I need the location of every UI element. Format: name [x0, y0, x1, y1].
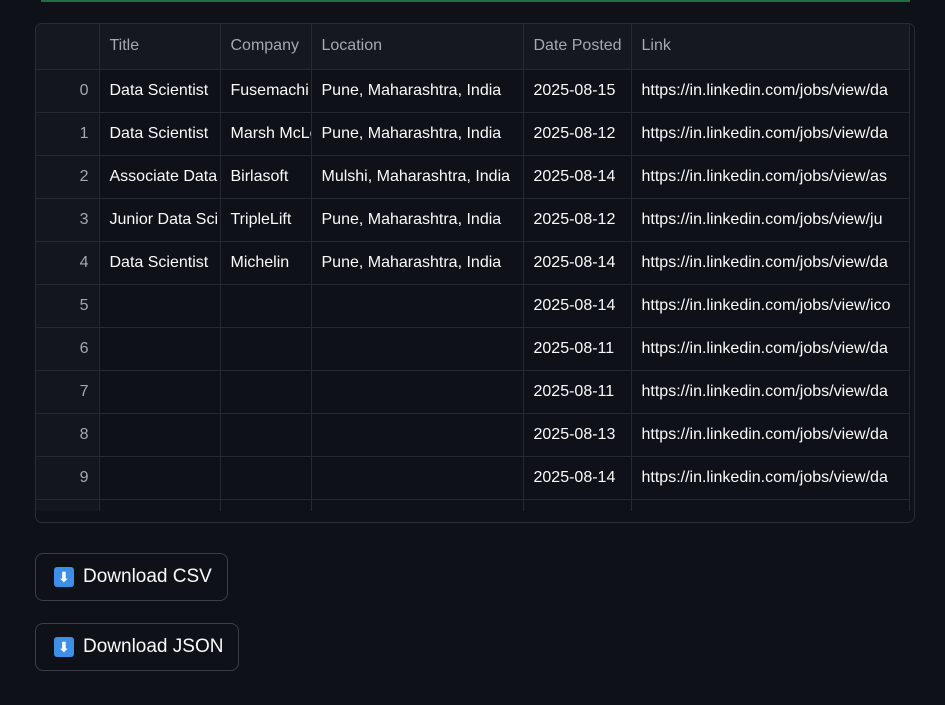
cell-link[interactable]: https://in.linkedin.com/jobs/view/da	[631, 241, 910, 285]
top-divider	[41, 0, 910, 2]
table-row: 9 2025-08-14 https://in.linkedin.com/job…	[36, 456, 910, 500]
partial-row	[36, 499, 910, 511]
cell-company[interactable]: Birlasoft	[220, 155, 312, 199]
row-index: 6	[36, 327, 100, 371]
cell-date[interactable]: 2025-08-14	[523, 241, 632, 285]
row-index	[36, 499, 100, 511]
cell-link[interactable]: https://in.linkedin.com/jobs/view/da	[631, 456, 910, 500]
download-csv-button[interactable]: ⬇ Download CSV	[35, 553, 228, 601]
table-row: 4 Data Scientist Michelin Pune, Maharash…	[36, 241, 910, 285]
cell-title[interactable]	[99, 370, 221, 414]
cell-link	[631, 499, 910, 511]
cell-title[interactable]	[99, 456, 221, 500]
cell-title[interactable]: Associate Data	[99, 155, 221, 199]
table-row: 2 Associate Data Birlasoft Mulshi, Mahar…	[36, 155, 910, 199]
cell-link[interactable]: https://in.linkedin.com/jobs/view/as	[631, 155, 910, 199]
table-row: 8 2025-08-13 https://in.linkedin.com/job…	[36, 413, 910, 457]
cell-location[interactable]	[311, 456, 524, 500]
cell-date[interactable]: 2025-08-13	[523, 413, 632, 457]
cell-date[interactable]: 2025-08-12	[523, 198, 632, 242]
cell-date[interactable]: 2025-08-15	[523, 69, 632, 113]
row-index: 7	[36, 370, 100, 414]
cell-company[interactable]: TripleLift	[220, 198, 312, 242]
cell-location[interactable]: Pune, Maharashtra, India	[311, 241, 524, 285]
column-header-link[interactable]: Link	[631, 24, 910, 70]
cell-location[interactable]	[311, 327, 524, 371]
table-row: 7 2025-08-11 https://in.linkedin.com/job…	[36, 370, 910, 414]
cell-date[interactable]: 2025-08-11	[523, 327, 632, 371]
download-arrow-icon: ⬇	[54, 567, 74, 587]
cell-title[interactable]: Data Scientist	[99, 69, 221, 113]
cell-date[interactable]: 2025-08-11	[523, 370, 632, 414]
table-row: 1 Data Scientist Marsh McLe Pune, Mahara…	[36, 112, 910, 156]
cell-company[interactable]: Marsh McLe	[220, 112, 312, 156]
cell-link[interactable]: https://in.linkedin.com/jobs/view/da	[631, 413, 910, 457]
cell-date	[523, 499, 632, 511]
cell-title[interactable]	[99, 327, 221, 371]
cell-date[interactable]: 2025-08-14	[523, 456, 632, 500]
cell-date[interactable]: 2025-08-14	[523, 155, 632, 199]
row-index: 0	[36, 69, 100, 113]
cell-company[interactable]: Fusemachi	[220, 69, 312, 113]
cell-company[interactable]: Michelin	[220, 241, 312, 285]
cell-date[interactable]: 2025-08-14	[523, 284, 632, 328]
row-index: 9	[36, 456, 100, 500]
cell-title[interactable]: Data Scientist	[99, 241, 221, 285]
cell-location	[311, 499, 524, 511]
header-row: Title Company Location Date Posted Link	[36, 24, 910, 70]
download-json-label: Download JSON	[83, 636, 224, 657]
jobs-table: Title Company Location Date Posted Link …	[36, 24, 910, 511]
row-index: 3	[36, 198, 100, 242]
cell-company[interactable]	[220, 284, 312, 328]
cell-title[interactable]: Data Scientist	[99, 112, 221, 156]
table-row: 0 Data Scientist Fusemachi Pune, Maharas…	[36, 69, 910, 113]
column-header-company[interactable]: Company	[220, 24, 312, 70]
index-header	[36, 24, 100, 70]
cell-link[interactable]: https://in.linkedin.com/jobs/view/da	[631, 112, 910, 156]
column-header-date-posted[interactable]: Date Posted	[523, 24, 632, 70]
cell-link[interactable]: https://in.linkedin.com/jobs/view/ico	[631, 284, 910, 328]
cell-location[interactable]	[311, 284, 524, 328]
column-header-title[interactable]: Title	[99, 24, 221, 70]
cell-title	[99, 499, 221, 511]
cell-company[interactable]	[220, 327, 312, 371]
row-index: 1	[36, 112, 100, 156]
cell-company	[220, 499, 312, 511]
cell-link[interactable]: https://in.linkedin.com/jobs/view/da	[631, 327, 910, 371]
cell-title[interactable]	[99, 413, 221, 457]
row-index: 4	[36, 241, 100, 285]
cell-location[interactable]: Mulshi, Maharashtra, India	[311, 155, 524, 199]
row-index: 8	[36, 413, 100, 457]
cell-date[interactable]: 2025-08-12	[523, 112, 632, 156]
row-index: 5	[36, 284, 100, 328]
cell-link[interactable]: https://in.linkedin.com/jobs/view/ju	[631, 198, 910, 242]
download-arrow-icon: ⬇	[54, 637, 74, 657]
row-index: 2	[36, 155, 100, 199]
column-header-location[interactable]: Location	[311, 24, 524, 70]
data-table-container[interactable]: Title Company Location Date Posted Link …	[35, 23, 915, 523]
cell-location[interactable]: Pune, Maharashtra, India	[311, 69, 524, 113]
cell-location[interactable]: Pune, Maharashtra, India	[311, 198, 524, 242]
cell-company[interactable]	[220, 413, 312, 457]
download-csv-label: Download CSV	[83, 566, 212, 587]
cell-link[interactable]: https://in.linkedin.com/jobs/view/da	[631, 370, 910, 414]
cell-title[interactable]: Junior Data Sci	[99, 198, 221, 242]
table-right-edge	[910, 24, 914, 522]
cell-link[interactable]: https://in.linkedin.com/jobs/view/da	[631, 69, 910, 113]
cell-title[interactable]	[99, 284, 221, 328]
cell-company[interactable]	[220, 370, 312, 414]
table-row: 3 Junior Data Sci TripleLift Pune, Mahar…	[36, 198, 910, 242]
download-json-button[interactable]: ⬇ Download JSON	[35, 623, 240, 671]
table-row: 5 2025-08-14 https://in.linkedin.com/job…	[36, 284, 910, 328]
cell-location[interactable]	[311, 370, 524, 414]
cell-company[interactable]	[220, 456, 312, 500]
cell-location[interactable]	[311, 413, 524, 457]
cell-location[interactable]: Pune, Maharashtra, India	[311, 112, 524, 156]
table-row: 6 2025-08-11 https://in.linkedin.com/job…	[36, 327, 910, 371]
